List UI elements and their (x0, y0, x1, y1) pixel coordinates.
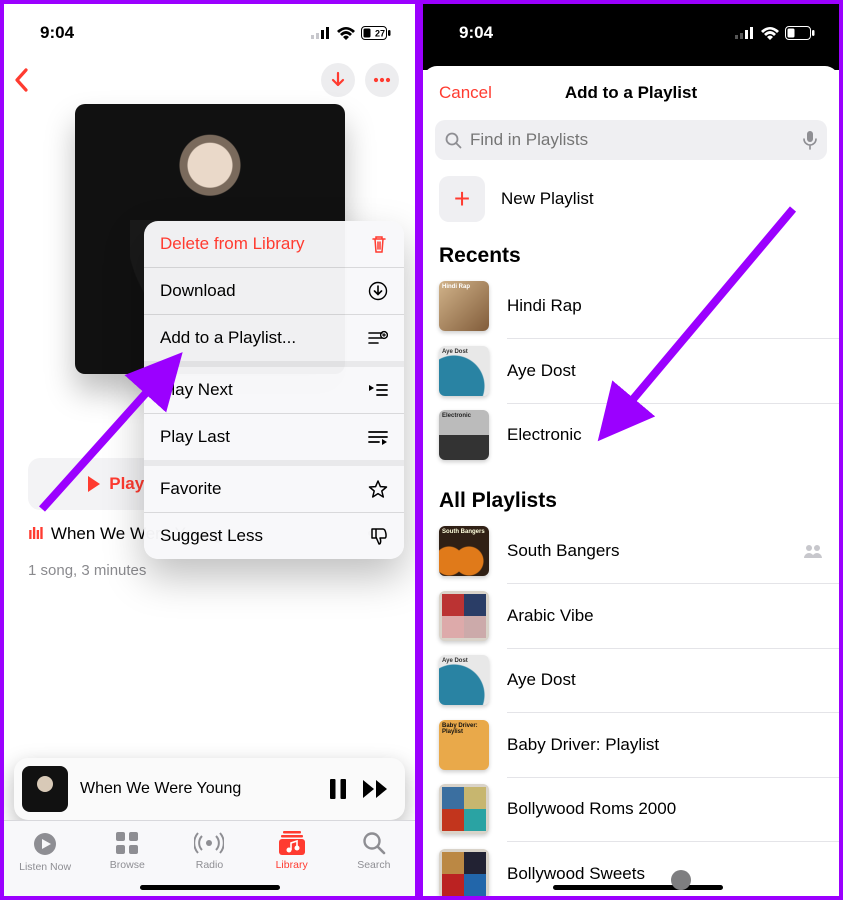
tab-search[interactable]: Search (338, 831, 410, 871)
screenshot-right-phone: 9:04 27 Cancel Add to a Playlist + New P… (419, 0, 843, 900)
status-time: 9:04 (459, 23, 493, 43)
playlist-cover (439, 591, 489, 641)
pause-icon[interactable] (327, 777, 349, 801)
tab-label: Radio (196, 859, 223, 871)
playlist-label: Bollywood Sweets (507, 864, 823, 884)
section-all-title: All Playlists (423, 467, 839, 519)
playlist-label: South Bangers (507, 541, 785, 561)
add-to-playlist-icon (368, 330, 388, 346)
wifi-icon (337, 27, 355, 40)
svg-text:27: 27 (799, 29, 809, 39)
radio-icon (194, 831, 224, 855)
star-icon (368, 479, 388, 499)
playlist-row[interactable]: Bollywood Roms 2000 (423, 777, 839, 841)
sheet-title: Add to a Playlist (565, 83, 697, 103)
play-circle-icon (32, 831, 58, 857)
trash-icon (370, 234, 388, 254)
tab-label: Library (276, 859, 308, 871)
signal-icon (311, 27, 331, 39)
redaction-dot (671, 870, 691, 890)
tab-radio[interactable]: Radio (173, 831, 245, 871)
download-circle-icon (368, 281, 388, 301)
search-bar[interactable] (435, 120, 827, 160)
status-bar: 9:04 27 (4, 4, 415, 56)
playlist-row[interactable]: Aye Dost Aye Dost (423, 648, 839, 712)
search-icon (445, 132, 462, 149)
tab-bar: Listen Now Browse Radio Library Search (4, 820, 415, 896)
signal-icon (735, 27, 755, 39)
more-button[interactable] (365, 63, 399, 97)
search-icon (362, 831, 386, 855)
annotation-arrow (583, 199, 803, 449)
mini-player-title: When We Were Young (80, 780, 315, 798)
menu-label: Delete from Library (160, 234, 305, 254)
redaction-bar (553, 885, 723, 890)
menu-label: Suggest Less (160, 526, 263, 546)
dictation-icon[interactable] (803, 130, 817, 150)
wifi-icon (761, 27, 779, 40)
search-input[interactable] (470, 130, 795, 150)
more-dots-icon (373, 77, 391, 83)
playlist-label: Arabic Vibe (507, 606, 823, 626)
playlist-cover: South Bangers (439, 526, 489, 576)
cancel-button[interactable]: Cancel (439, 83, 492, 103)
playlist-cover (439, 849, 489, 897)
mini-player[interactable]: When We Were Young (14, 758, 405, 820)
tab-label: Browse (110, 859, 145, 871)
menu-download[interactable]: Download (144, 267, 404, 314)
playlist-cover: Hindi Rap (439, 281, 489, 331)
download-arrow-icon (330, 71, 346, 89)
next-track-icon[interactable] (361, 778, 391, 800)
playlist-label: Aye Dost (507, 670, 823, 690)
thumbs-down-icon (368, 526, 388, 546)
now-playing-bars-icon: ılıl (28, 524, 43, 544)
playlist-row[interactable]: Arabic Vibe (423, 584, 839, 648)
new-playlist-label: New Playlist (501, 189, 594, 209)
add-to-playlist-sheet: Cancel Add to a Playlist + New Playlist … (423, 66, 839, 896)
annotation-arrow (22, 344, 192, 514)
status-icons: 27 (311, 26, 391, 40)
grid-icon (115, 831, 139, 855)
playlist-cover: Electronic (439, 410, 489, 460)
playlist-cover (439, 784, 489, 834)
battery-icon: 27 (785, 26, 815, 40)
playlist-cover: Aye Dost (439, 346, 489, 396)
screenshot-left-phone: 9:04 27 Play ılıl When We Were (0, 0, 419, 900)
playlist-label: Baby Driver: Playlist (507, 735, 823, 755)
tab-label: Listen Now (19, 861, 71, 873)
status-time: 9:04 (40, 23, 74, 43)
status-icons: 27 (735, 26, 815, 40)
playlist-row[interactable]: South Bangers South Bangers (423, 519, 839, 583)
playlist-cover: Aye Dost (439, 655, 489, 705)
download-button[interactable] (321, 63, 355, 97)
status-bar: 9:04 27 (423, 4, 839, 56)
nav-row (4, 56, 415, 100)
playlist-cover: Baby Driver: Playlist (439, 720, 489, 770)
home-indicator[interactable] (140, 885, 280, 890)
mini-player-cover (22, 766, 68, 812)
back-chevron-icon[interactable] (10, 66, 34, 94)
playlist-label: Bollywood Roms 2000 (507, 799, 823, 819)
play-last-icon (368, 429, 388, 445)
tab-library[interactable]: Library (256, 831, 328, 871)
battery-icon: 27 (361, 26, 391, 40)
sheet-header: Cancel Add to a Playlist (423, 66, 839, 120)
menu-delete-from-library[interactable]: Delete from Library (144, 221, 404, 267)
playlist-row[interactable]: Baby Driver: Playlist Baby Driver: Playl… (423, 713, 839, 777)
tab-label: Search (357, 859, 390, 871)
collaborators-icon (803, 544, 823, 558)
library-icon (279, 831, 305, 855)
tab-browse[interactable]: Browse (91, 831, 163, 871)
plus-icon: + (439, 176, 485, 222)
svg-text:27: 27 (375, 29, 385, 39)
menu-suggest-less[interactable]: Suggest Less (144, 512, 404, 559)
play-next-icon (368, 382, 388, 398)
menu-label: Download (160, 281, 236, 301)
tab-listen-now[interactable]: Listen Now (9, 831, 81, 873)
